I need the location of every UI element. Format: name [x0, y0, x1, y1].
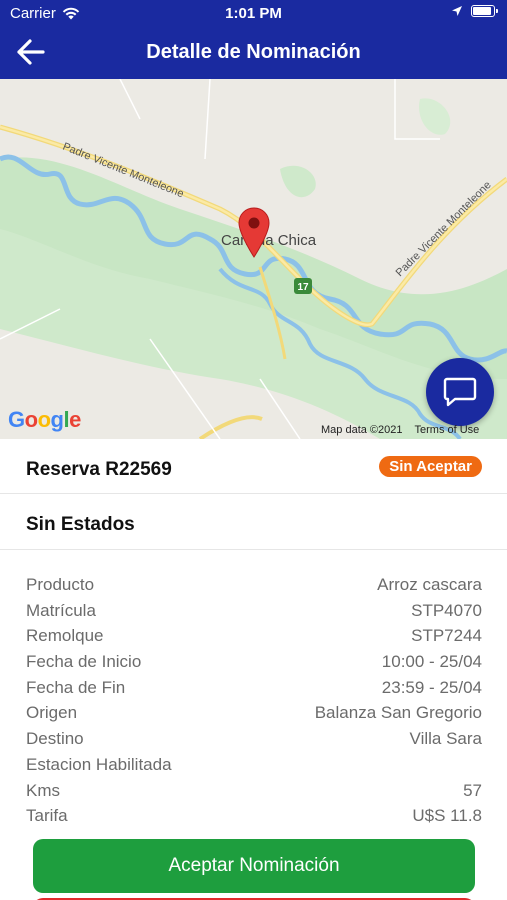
status-time: 1:01 PM — [225, 5, 282, 22]
status-right — [451, 5, 498, 17]
detail-label: Tarifa — [26, 806, 68, 826]
detail-value: Villa Sara — [409, 729, 482, 749]
map-pin-icon[interactable] — [238, 207, 270, 259]
battery-icon — [471, 5, 498, 17]
terms-link[interactable]: Terms of Use — [415, 424, 480, 436]
status-bar: Carrier 1:01 PM — [0, 0, 507, 28]
detail-row-kms: Kms 57 — [0, 778, 507, 804]
map-data-label: Map data ©2021 — [321, 424, 403, 436]
detail-label: Kms — [26, 780, 60, 800]
detail-value: 10:00 - 25/04 — [381, 652, 482, 672]
page-title: Detalle de Nominación — [146, 41, 361, 63]
reserva-row: Reserva R22569 Sin Aceptar — [0, 439, 507, 494]
detail-value: U$S 11.8 — [412, 806, 482, 826]
detail-row-remolque: Remolque STP7244 — [0, 623, 507, 649]
detail-label: Estacion Habilitada — [26, 754, 172, 774]
location-arrow-icon — [452, 6, 462, 16]
nav-bar: Detalle de Nominación — [0, 28, 507, 79]
detail-row-matricula: Matrícula STP4070 — [0, 598, 507, 624]
detail-row-estacion: Estacion Habilitada — [0, 752, 507, 778]
route-number: 17 — [297, 282, 309, 293]
chat-button[interactable] — [426, 358, 494, 426]
detail-row-fecha-inicio: Fecha de Inicio 10:00 - 25/04 — [0, 649, 507, 675]
detail-label: Producto — [26, 575, 95, 594]
status-badge: Sin Aceptar — [379, 456, 482, 477]
details-list: Producto Arroz cascara Matrícula STP4070… — [0, 572, 507, 829]
detail-value: Balanza San Gregorio — [314, 703, 482, 723]
detail-label: Fecha de Fin — [26, 677, 126, 697]
detail-label: Destino — [26, 729, 84, 749]
detail-row-destino: Destino Villa Sara — [0, 726, 507, 752]
detail-row-fecha-fin: Fecha de Fin 23:59 - 25/04 — [0, 675, 507, 701]
detail-label: Origen — [26, 703, 78, 723]
estados-label: Sin Estados — [26, 514, 135, 535]
reserva-label: Reserva R22569 — [26, 459, 172, 480]
estados-row: Sin Estados — [0, 494, 507, 550]
accept-nomination-button[interactable]: Aceptar Nominación — [33, 839, 475, 893]
detail-value: STP4070 — [411, 600, 482, 620]
detail-label: Remolque — [26, 626, 104, 646]
map-attribution: Map data ©2021 Terms of Use — [321, 424, 479, 436]
detail-value: 57 — [463, 780, 482, 800]
detail-label: Fecha de Inicio — [26, 652, 142, 672]
detail-row-origen: Origen Balanza San Gregorio — [0, 700, 507, 726]
detail-value: 23:59 - 25/04 — [381, 677, 482, 697]
detail-value: STP7244 — [411, 626, 482, 646]
detail-row-tarifa: Tarifa U$S 11.8 — [0, 803, 507, 829]
detail-label: Matrícula — [26, 600, 96, 620]
road-label-2: Padre Vicente Monteleone — [394, 179, 494, 279]
map-view[interactable]: Padre Vicente Monteleone Padre Vicente M… — [0, 79, 507, 439]
chat-bubble-icon — [443, 377, 477, 407]
detail-value: Arroz cascara — [377, 575, 482, 594]
google-logo: Google — [8, 407, 81, 432]
detail-row-producto: Producto Arroz cascara — [0, 572, 507, 598]
